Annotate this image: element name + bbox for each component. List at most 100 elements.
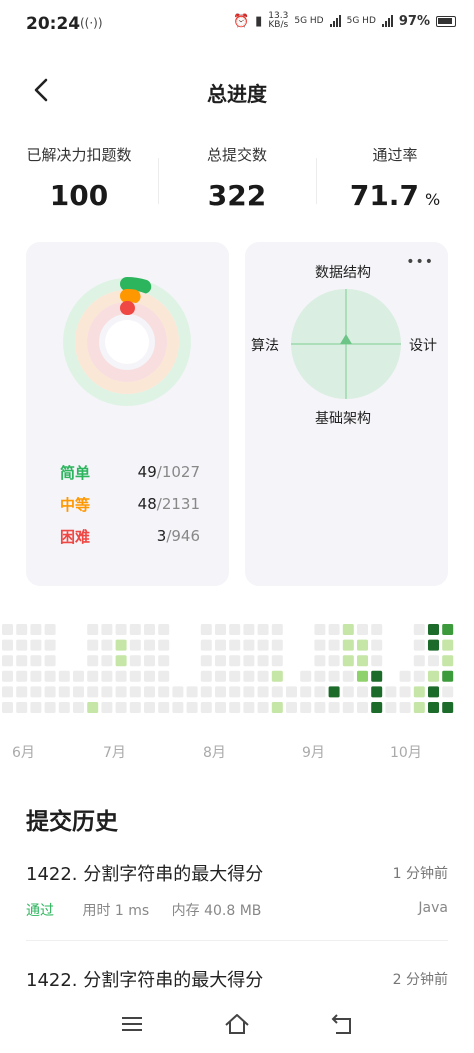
heatmap-cell — [129, 670, 141, 682]
heatmap-cell — [357, 655, 368, 667]
heatmap-cell — [328, 639, 340, 651]
heatmap-cell — [129, 624, 141, 635]
heatmap-cell — [58, 686, 70, 698]
skills-radar-card[interactable]: ••• 数据结构 算法 设计 基础架构 — [245, 242, 448, 586]
heatmap-cell — [271, 639, 283, 651]
heatmap-cell — [442, 624, 454, 635]
heatmap-cell — [342, 670, 354, 682]
difficulty-card[interactable]: 简单 49/1027 中等 48/2131 困难 3/946 — [26, 242, 229, 586]
heatmap-cell — [257, 702, 269, 713]
submission-item[interactable]: 1422. 分割字符串的最大得分 1 分钟前 通过 用时 1 ms 内存 40.… — [26, 860, 448, 930]
submission-meta: 通过 用时 1 ms 内存 40.8 MB Java — [26, 900, 448, 920]
heatmap-cell — [200, 702, 212, 713]
heatmap-cell — [342, 702, 354, 713]
heatmap-cell — [243, 670, 255, 682]
heatmap-cell — [328, 702, 340, 713]
heatmap-cell — [442, 670, 454, 682]
heatmap-cell — [2, 702, 13, 713]
month-label: 7月 — [103, 745, 126, 761]
heatmap-cell — [442, 702, 454, 713]
stat-label: 通过率 — [372, 146, 418, 164]
heatmap-cell — [357, 702, 368, 713]
heatmap-cell — [73, 670, 84, 682]
heatmap-cell — [144, 624, 155, 635]
heatmap-cell — [229, 702, 241, 713]
heatmap-cell — [87, 702, 99, 713]
heatmap-cell — [115, 670, 127, 682]
signal-icon — [329, 15, 341, 27]
heatmap-cell — [101, 624, 113, 635]
heatmap-cell — [87, 624, 99, 635]
signal-label-1: 5G HD — [294, 15, 324, 26]
heatmap-cell — [357, 686, 368, 698]
heatmap-cell — [186, 686, 198, 698]
heatmap-cell — [87, 655, 99, 667]
heatmap-cell — [186, 702, 198, 713]
heatmap-cell — [243, 686, 255, 698]
month-label: 10月 — [390, 745, 422, 761]
heatmap-cell — [428, 702, 439, 713]
status-badge: 通过 — [26, 903, 54, 919]
difficulty-row-hard: 困难 3/946 — [60, 520, 200, 552]
heatmap-cell — [286, 686, 297, 698]
back-arrow-icon[interactable] — [328, 1009, 358, 1039]
heatmap-cell — [158, 686, 170, 698]
heatmap-cell — [428, 655, 439, 667]
heatmap-cell — [144, 702, 155, 713]
heatmap-cell — [428, 624, 439, 635]
heatmap-cell — [314, 655, 326, 667]
difficulty-row-medium: 中等 48/2131 — [60, 488, 200, 520]
signal-icon — [381, 15, 393, 27]
heatmap-cell — [16, 639, 28, 651]
heatmap-cell — [158, 702, 170, 713]
runtime: 用时 1 ms — [82, 903, 150, 919]
heatmap-cell — [271, 702, 283, 713]
divider — [26, 940, 448, 941]
heatmap-cell — [413, 686, 425, 698]
heatmap-cell — [200, 655, 212, 667]
heatmap-cell — [73, 686, 84, 698]
heatmap-cell — [257, 639, 269, 651]
difficulty-count: 48/2131 — [137, 495, 200, 513]
difficulty-rings-chart — [62, 277, 192, 407]
heatmap-cell — [300, 702, 312, 713]
difficulty-name: 简单 — [60, 463, 91, 482]
submission-item[interactable]: 1422. 分割字符串的最大得分 2 分钟前 — [26, 966, 448, 996]
heatmap-cell — [2, 639, 13, 651]
heatmap-cell — [229, 624, 241, 635]
heatmap-cell — [144, 639, 155, 651]
heatmap-cell — [399, 670, 411, 682]
heatmap-cell — [371, 702, 383, 713]
heatmap-cell — [413, 670, 425, 682]
heatmap-cell — [371, 655, 383, 667]
heatmap-cell — [101, 702, 113, 713]
heatmap-cell — [328, 686, 340, 698]
heatmap-cell — [385, 702, 397, 713]
divider — [158, 158, 159, 204]
stats-row: 已解决力扣题数 100 总提交数 322 通过率 71.7% — [0, 140, 474, 220]
submission-time: 2 分钟前 — [392, 972, 448, 988]
heatmap-cell — [229, 655, 241, 667]
heatmap-cell — [101, 639, 113, 651]
nav-header: 总进度 — [0, 70, 474, 110]
heatmap-cell — [328, 655, 340, 667]
home-icon[interactable] — [222, 1009, 252, 1039]
heatmap-cell — [314, 702, 326, 713]
heatmap-cell — [428, 686, 439, 698]
heatmap-cell — [172, 702, 184, 713]
heatmap-cell — [271, 670, 283, 682]
heatmap-cell — [243, 624, 255, 635]
heatmap-cell — [30, 624, 42, 635]
heatmap-cell — [342, 655, 354, 667]
net-speed: 13.3 KB/s — [268, 11, 289, 30]
difficulty-name: 困难 — [60, 527, 91, 546]
alarm-icon: ⏰ — [232, 13, 250, 29]
heatmap-cell — [442, 639, 454, 651]
heatmap-cell — [371, 624, 383, 635]
signal-label-2: 5G HD — [346, 15, 376, 26]
heatmap-cell — [229, 670, 241, 682]
heatmap-cell — [413, 639, 425, 651]
heatmap-cell — [30, 639, 42, 651]
heatmap-cell — [314, 639, 326, 651]
menu-icon[interactable] — [117, 1009, 147, 1039]
